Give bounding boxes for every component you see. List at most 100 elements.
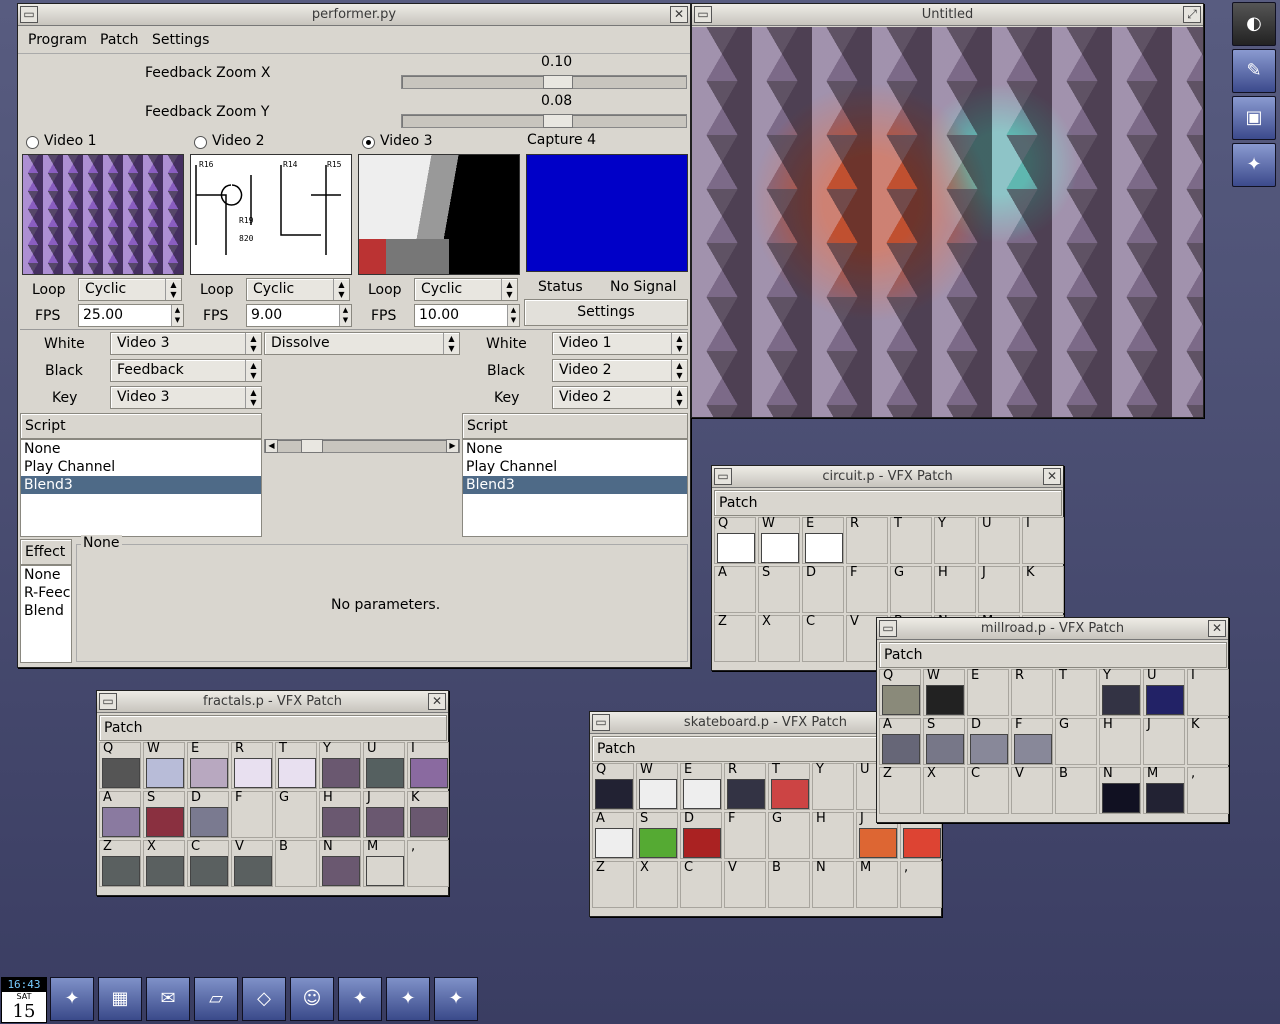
- patch-slot[interactable]: Z: [99, 839, 141, 887]
- zoom-x-handle[interactable]: [543, 75, 573, 89]
- patch-slot[interactable]: R: [724, 762, 766, 810]
- patch-slot[interactable]: R: [1011, 668, 1053, 716]
- mail-icon[interactable]: ✉: [146, 977, 190, 1021]
- patch-slot[interactable]: F: [231, 790, 273, 838]
- patch-slot[interactable]: T: [768, 762, 810, 810]
- patch-slot[interactable]: S: [143, 790, 185, 838]
- patch-slot[interactable]: D: [802, 565, 844, 613]
- patch-slot[interactable]: C: [680, 860, 722, 908]
- patch-slot[interactable]: V: [1011, 766, 1053, 814]
- patch-slot[interactable]: U: [363, 741, 405, 789]
- patch-slot[interactable]: A: [879, 717, 921, 765]
- patch-slot[interactable]: H: [319, 790, 361, 838]
- patch-slot[interactable]: D: [680, 811, 722, 859]
- script-header-right[interactable]: Script: [462, 413, 688, 439]
- capture-4-preview[interactable]: [526, 154, 688, 272]
- patch-slot[interactable]: F: [1011, 717, 1053, 765]
- patch-slot[interactable]: K: [1022, 565, 1064, 613]
- patch-slot[interactable]: D: [967, 717, 1009, 765]
- close-button[interactable]: ✕: [1043, 468, 1061, 485]
- maximize-button[interactable]: ⤢: [1183, 6, 1201, 23]
- patch-slot[interactable]: S: [923, 717, 965, 765]
- patch-slot[interactable]: I: [1187, 668, 1229, 716]
- loop-select-1[interactable]: Cyclic ▲ ▼: [78, 278, 182, 301]
- task-app-3-icon[interactable]: ✦: [386, 977, 430, 1021]
- output-titlebar[interactable]: ▭ Untitled ⤢: [692, 4, 1203, 26]
- window-menu-button[interactable]: ▭: [20, 6, 38, 23]
- crossfade-slider[interactable]: ◀ ▶: [264, 439, 460, 453]
- patch-slot[interactable]: Q: [592, 762, 634, 810]
- video-2-preview[interactable]: R16 R14 R15 R19 820: [190, 154, 352, 275]
- performer-titlebar[interactable]: ▭ performer.py ✕: [18, 4, 690, 26]
- patch-slot[interactable]: H: [1099, 717, 1141, 765]
- patch-slot[interactable]: X: [758, 614, 800, 662]
- patch-slot[interactable]: Q: [714, 516, 756, 564]
- patch-slot[interactable]: B: [768, 860, 810, 908]
- spin-arrows-icon[interactable]: ▲ ▼: [339, 305, 351, 326]
- patch-slot[interactable]: X: [143, 839, 185, 887]
- mix-right-key-select[interactable]: Video 2 ▲ ▼: [552, 386, 688, 409]
- video-1-radio[interactable]: [26, 136, 39, 149]
- patch-slot[interactable]: I: [407, 741, 449, 789]
- patch-slot[interactable]: S: [758, 565, 800, 613]
- patch-slot[interactable]: C: [187, 839, 229, 887]
- patch-slot[interactable]: Y: [319, 741, 361, 789]
- patch-slot[interactable]: B: [275, 839, 317, 887]
- patch-header[interactable]: Patch: [99, 715, 447, 741]
- effect-header[interactable]: Effect: [20, 539, 72, 565]
- video-3-radio[interactable]: [362, 136, 375, 149]
- patch-slot[interactable]: G: [890, 565, 932, 613]
- dock-app-1-icon[interactable]: ◐: [1232, 2, 1276, 46]
- patch-slot[interactable]: K: [1187, 717, 1229, 765]
- loop-select-2[interactable]: Cyclic ▲ ▼: [246, 278, 350, 301]
- list-item[interactable]: Blend3: [21, 476, 261, 494]
- clock[interactable]: 16:43 SAT 15: [1, 977, 47, 1023]
- patch-slot[interactable]: N: [1099, 766, 1141, 814]
- fractals-titlebar[interactable]: ▭ fractals.p - VFX Patch ✕: [97, 691, 448, 713]
- patch-slot[interactable]: W: [143, 741, 185, 789]
- patch-slot[interactable]: I: [1022, 516, 1064, 564]
- close-button[interactable]: ✕: [1208, 620, 1226, 637]
- dock-app-2-icon[interactable]: ✎: [1232, 49, 1276, 93]
- patch-slot[interactable]: Z: [879, 766, 921, 814]
- crossfade-handle[interactable]: [301, 439, 323, 453]
- fps-spinbox-2[interactable]: 9.00 ▲ ▼: [246, 304, 352, 327]
- patch-slot[interactable]: E: [680, 762, 722, 810]
- scroll-left-arrow-icon[interactable]: ◀: [265, 439, 278, 453]
- patch-slot[interactable]: M: [856, 860, 898, 908]
- list-item[interactable]: None: [21, 440, 261, 458]
- dock-monitor-icon[interactable]: ▣: [1232, 96, 1276, 140]
- patch-slot[interactable]: W: [923, 668, 965, 716]
- mix-left-key-select[interactable]: Video 3 ▲ ▼: [110, 386, 262, 409]
- window-menu-button[interactable]: ▭: [714, 468, 732, 485]
- patch-slot[interactable]: ,: [407, 839, 449, 887]
- millroad-titlebar[interactable]: ▭ millroad.p - VFX Patch ✕: [877, 618, 1228, 640]
- patch-slot[interactable]: S: [636, 811, 678, 859]
- patch-slot[interactable]: T: [1055, 668, 1097, 716]
- circuit-titlebar[interactable]: ▭ circuit.p - VFX Patch ✕: [712, 466, 1063, 488]
- zoom-x-slider[interactable]: [401, 75, 687, 89]
- task-help-icon[interactable]: ☺: [290, 977, 334, 1021]
- mix-left-white-select[interactable]: Video 3 ▲ ▼: [110, 332, 262, 355]
- zoom-y-slider[interactable]: [401, 114, 687, 128]
- mix-right-black-select[interactable]: Video 2 ▲ ▼: [552, 359, 688, 382]
- fps-spinbox-1[interactable]: 25.00 ▲ ▼: [78, 304, 184, 327]
- patch-slot[interactable]: H: [812, 811, 854, 859]
- patch-slot[interactable]: T: [890, 516, 932, 564]
- close-button[interactable]: ✕: [670, 6, 688, 23]
- patch-slot[interactable]: W: [758, 516, 800, 564]
- task-notes-icon[interactable]: ◇: [242, 977, 286, 1021]
- script-header-left[interactable]: Script: [20, 413, 262, 439]
- patch-slot[interactable]: Q: [99, 741, 141, 789]
- script-list-left[interactable]: None Play Channel Blend3: [20, 439, 262, 537]
- mix-right-white-select[interactable]: Video 1 ▲ ▼: [552, 332, 688, 355]
- close-button[interactable]: ✕: [428, 693, 446, 710]
- list-item[interactable]: None: [21, 566, 71, 584]
- menu-settings[interactable]: Settings: [152, 32, 209, 48]
- patch-slot[interactable]: J: [363, 790, 405, 838]
- video-output[interactable]: [692, 27, 1203, 417]
- patch-slot[interactable]: N: [319, 839, 361, 887]
- patch-slot[interactable]: Y: [812, 762, 854, 810]
- patch-slot[interactable]: X: [923, 766, 965, 814]
- task-app-4-icon[interactable]: ✦: [434, 977, 478, 1021]
